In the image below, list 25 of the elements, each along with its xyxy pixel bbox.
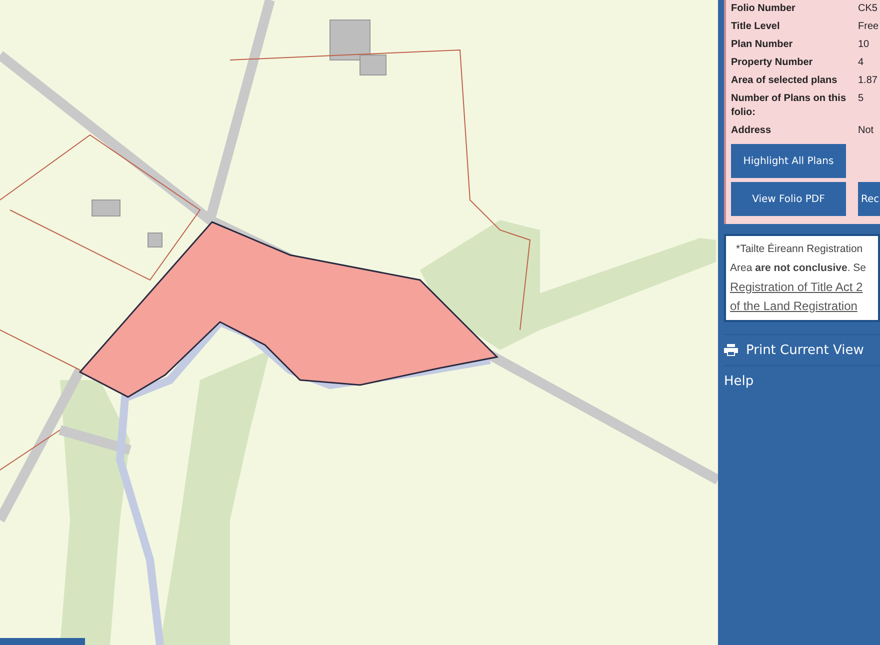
field-value: 10	[858, 38, 870, 52]
field-value: Not	[858, 124, 875, 138]
notice-text: *Tailte Éireann Registration	[735, 242, 864, 257]
field-label: Property Number	[731, 56, 814, 70]
field-value: CK5	[858, 2, 878, 16]
panel-button[interactable]: View Folio PDF	[731, 182, 846, 216]
panel-button[interactable]: Highlight All Plans	[731, 144, 846, 178]
field-value: 1.87	[858, 74, 878, 88]
field-label: Title Level	[731, 20, 781, 34]
notice-link[interactable]: of the Land Registration	[730, 297, 878, 316]
field-label: Number of Plans on this folio:	[731, 92, 848, 120]
field-label: Area of selected plans	[731, 74, 838, 88]
field-label: Plan Number	[731, 38, 794, 52]
field-value: Free	[858, 20, 878, 34]
field-label: Folio Number	[731, 2, 796, 16]
menu-item[interactable]: Help	[724, 365, 880, 396]
print-menu-item[interactable]: Print Current View	[724, 334, 880, 365]
field-value: 4	[858, 56, 865, 70]
notice-link[interactable]: Registration of Title Act 2	[730, 278, 878, 297]
printer-icon	[724, 344, 738, 356]
map-control-bar[interactable]	[0, 638, 85, 645]
field-value: 5	[858, 92, 865, 106]
panel-button[interactable]: Rec	[858, 182, 880, 216]
field-label: Address	[731, 124, 772, 138]
notice-text: Area are not conclusive. Se	[730, 261, 867, 276]
